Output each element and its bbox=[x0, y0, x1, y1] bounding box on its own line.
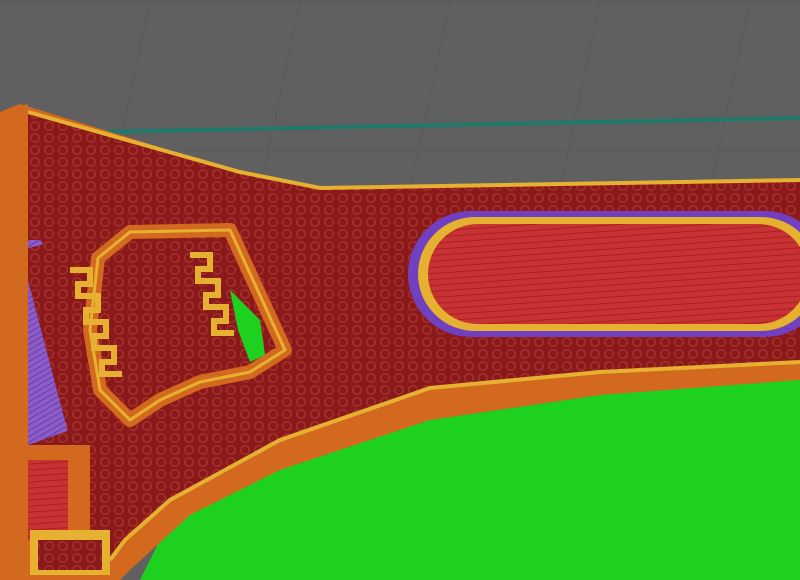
toolpath-scene[interactable] bbox=[0, 0, 800, 580]
layer-preview-viewport[interactable] bbox=[0, 0, 800, 580]
handle-slot-skin bbox=[428, 224, 800, 324]
lower-jaw-slot-infill bbox=[38, 540, 102, 570]
left-outer-wall bbox=[0, 104, 28, 580]
